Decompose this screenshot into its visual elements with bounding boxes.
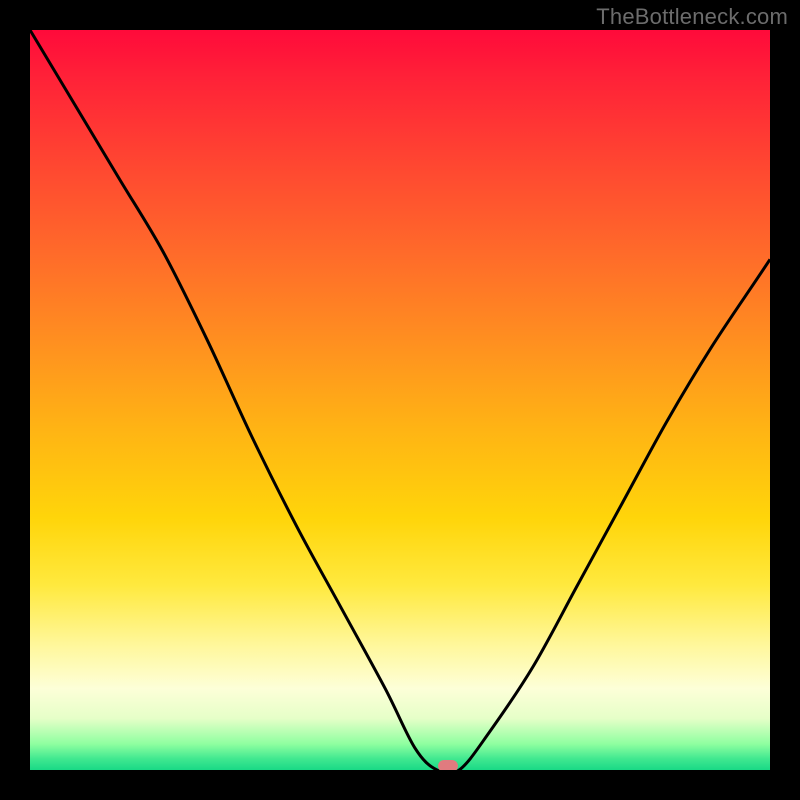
watermark-text: TheBottleneck.com (596, 4, 788, 30)
chart-frame: TheBottleneck.com (0, 0, 800, 800)
bottleneck-marker (438, 760, 458, 770)
curve-path (30, 30, 770, 770)
plot-area (30, 30, 770, 770)
bottleneck-curve (30, 30, 770, 770)
